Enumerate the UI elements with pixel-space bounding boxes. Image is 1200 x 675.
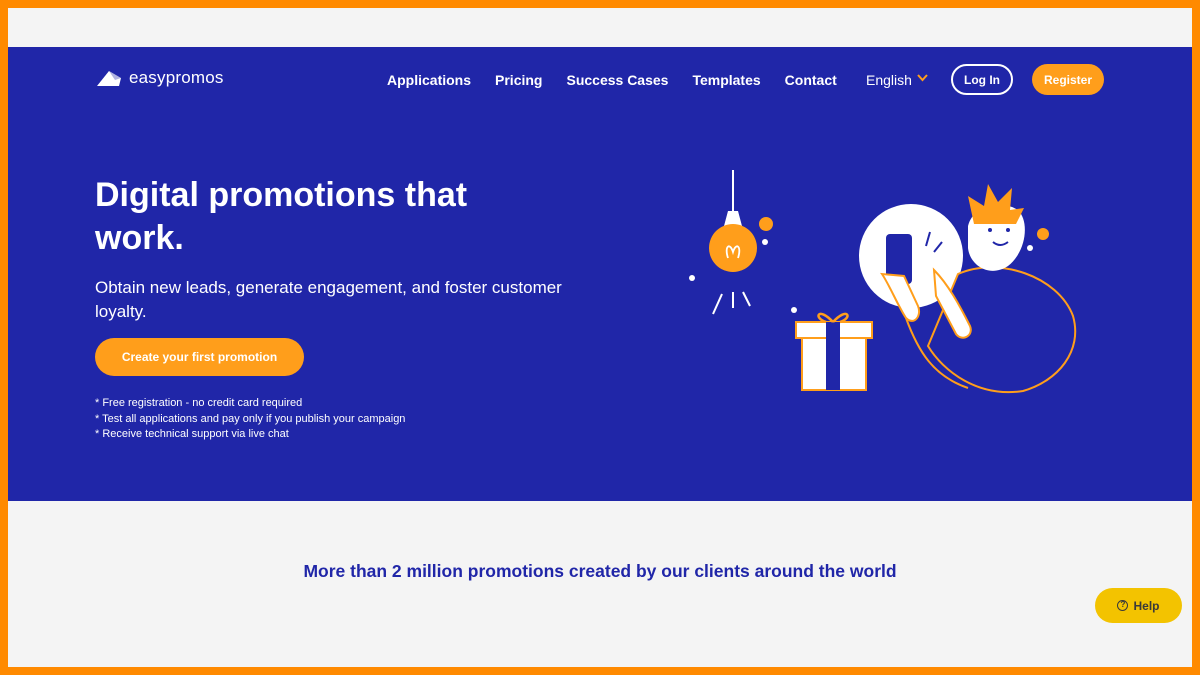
login-button[interactable]: Log In xyxy=(951,64,1013,95)
top-strip xyxy=(8,8,1192,47)
hero-subtitle: Obtain new leads, generate engagement, a… xyxy=(95,278,562,321)
hero-title: Digital promotions that work. xyxy=(95,176,468,257)
note-free-registration: * Free registration - no credit card req… xyxy=(95,397,303,409)
note-test-applications: * Test all applications and pay only if … xyxy=(95,412,406,425)
help-button[interactable]: ? Help xyxy=(1095,588,1182,623)
brand-logo[interactable]: easypromos xyxy=(95,68,224,88)
create-promotion-button[interactable]: Create your first promotion xyxy=(95,338,304,376)
main-nav: Applications Pricing Success Cases Templ… xyxy=(387,70,837,90)
register-button[interactable]: Register xyxy=(1032,64,1104,95)
language-label: English xyxy=(866,72,912,88)
person-with-phone-icon xyxy=(859,184,1077,394)
hero-notes: * Free registration - no credit card req… xyxy=(95,396,405,443)
nav-pricing[interactable]: Pricing xyxy=(495,70,542,90)
chevron-down-icon xyxy=(917,73,928,85)
language-selector[interactable]: English xyxy=(866,70,928,90)
nav-applications[interactable]: Applications xyxy=(387,70,471,90)
nav-success-cases[interactable]: Success Cases xyxy=(566,70,668,90)
help-label: Help xyxy=(1133,598,1160,613)
nav-templates[interactable]: Templates xyxy=(692,70,760,90)
hero-illustration xyxy=(689,170,1077,394)
lightbulb-icon xyxy=(689,170,773,315)
brand-name: easypromos xyxy=(129,68,224,87)
nav-contact[interactable]: Contact xyxy=(785,70,837,90)
question-icon: ? xyxy=(1117,600,1129,611)
page-frame: easypromos Applications Pricing Success … xyxy=(8,8,1192,667)
gift-icon xyxy=(791,307,873,391)
note-technical-support: * Receive technical support via live cha… xyxy=(95,428,289,440)
stats-headline: More than 2 million promotions created b… xyxy=(303,561,897,581)
easypromos-logo-icon xyxy=(95,68,123,88)
